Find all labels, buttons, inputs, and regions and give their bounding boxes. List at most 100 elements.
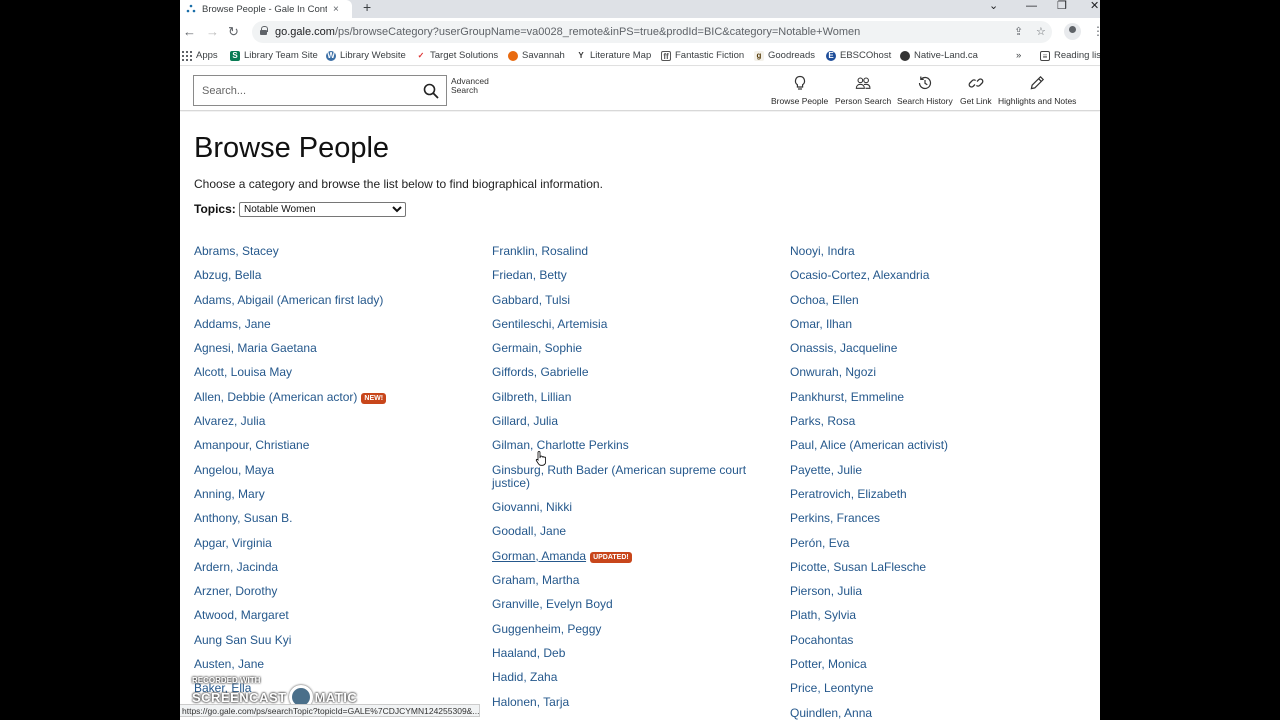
person-name[interactable]: Ochoa, Ellen: [790, 293, 859, 307]
person-name[interactable]: Peratrovich, Elizabeth: [790, 487, 907, 501]
reload-icon[interactable]: ↻: [228, 24, 239, 40]
get-link-tool[interactable]: Get Link: [960, 75, 992, 106]
person-link[interactable]: Apgar, Virginia: [194, 536, 454, 561]
person-name[interactable]: Price, Leontyne: [790, 681, 873, 695]
person-name[interactable]: Gilbreth, Lillian: [492, 390, 571, 404]
person-name[interactable]: Aung San Suu Kyi: [194, 633, 291, 647]
person-name[interactable]: Angelou, Maya: [194, 463, 274, 477]
person-name[interactable]: Alvarez, Julia: [194, 414, 265, 428]
person-name[interactable]: Pierson, Julia: [790, 584, 862, 598]
person-link[interactable]: Potter, Monica: [790, 658, 1050, 682]
person-name[interactable]: Gilman, Charlotte Perkins: [492, 438, 629, 452]
person-link[interactable]: Omar, Ilhan: [790, 317, 1050, 342]
minimize-button[interactable]: —: [1026, 0, 1037, 12]
person-link[interactable]: Aung San Suu Kyi: [194, 633, 454, 658]
person-link[interactable]: Agnesi, Maria Gaetana: [194, 342, 454, 366]
person-name[interactable]: Apgar, Virginia: [194, 536, 272, 550]
person-link[interactable]: Onassis, Jacqueline: [790, 342, 1050, 366]
person-name[interactable]: Ardern, Jacinda: [194, 560, 278, 574]
person-link[interactable]: Pierson, Julia: [790, 585, 1050, 609]
person-link[interactable]: Franklin, Rosalind: [492, 245, 752, 269]
tab-search-icon[interactable]: ⌄: [989, 0, 998, 12]
person-link[interactable]: Onwurah, Ngozi: [790, 366, 1050, 390]
person-link[interactable]: Nooyi, Indra: [790, 245, 1050, 269]
browse-people-tool[interactable]: Browse People: [771, 75, 828, 106]
url-text[interactable]: go.gale.com/ps/browseCategory?userGroupN…: [275, 26, 995, 38]
person-name[interactable]: Abrams, Stacey: [194, 244, 279, 258]
person-name[interactable]: Franklin, Rosalind: [492, 244, 588, 258]
person-name[interactable]: Quindlen, Anna: [790, 706, 872, 720]
person-link[interactable]: Hadid, Zaha: [492, 671, 752, 695]
person-link[interactable]: Goodall, Jane: [492, 525, 752, 549]
person-name[interactable]: Giffords, Gabrielle: [492, 365, 589, 379]
person-link[interactable]: Peratrovich, Elizabeth: [790, 487, 1050, 512]
advanced-search-link[interactable]: Advanced Search: [451, 77, 496, 95]
person-link[interactable]: Anthony, Susan B.: [194, 512, 454, 536]
person-name[interactable]: Plath, Sylvia: [790, 608, 856, 622]
bookmark-ebscohost[interactable]: E EBSCOhost: [826, 50, 891, 61]
person-name[interactable]: Payette, Julie: [790, 463, 862, 477]
person-name[interactable]: Gentileschi, Artemisia: [492, 317, 607, 331]
person-name[interactable]: Gillard, Julia: [492, 414, 558, 428]
person-name[interactable]: Haaland, Deb: [492, 646, 565, 660]
new-tab-button[interactable]: +: [363, 0, 371, 15]
person-link[interactable]: Adams, Abigail (American first lady): [194, 293, 454, 318]
person-name[interactable]: Goodall, Jane: [492, 524, 566, 538]
person-name[interactable]: Abzug, Bella: [194, 268, 261, 282]
person-link[interactable]: Pankhurst, Emmeline: [790, 390, 1050, 415]
person-name[interactable]: Germain, Sophie: [492, 341, 582, 355]
person-link[interactable]: Ardern, Jacinda: [194, 560, 454, 585]
reading-list-button[interactable]: ≡ Reading list: [1040, 50, 1100, 61]
person-name[interactable]: Parks, Rosa: [790, 414, 855, 428]
tab-close-icon[interactable]: ×: [333, 4, 339, 15]
person-link[interactable]: Gorman, Amanda UPDATED!: [492, 549, 752, 574]
person-link[interactable]: Gabbard, Tulsi: [492, 293, 752, 318]
person-name[interactable]: Granville, Evelyn Boyd: [492, 597, 613, 611]
star-icon[interactable]: ☆: [1036, 25, 1046, 38]
bookmark-goodreads[interactable]: g Goodreads: [754, 50, 815, 61]
bookmark-literature-map[interactable]: Y Literature Map: [576, 50, 651, 61]
person-name[interactable]: Perkins, Frances: [790, 511, 880, 525]
menu-dots-icon[interactable]: ⋮: [1092, 24, 1100, 38]
person-name[interactable]: Halonen, Tarja: [492, 695, 569, 709]
person-name[interactable]: Guggenheim, Peggy: [492, 622, 601, 636]
person-name[interactable]: Friedan, Betty: [492, 268, 567, 282]
restore-button[interactable]: ❐: [1057, 0, 1067, 12]
person-name[interactable]: Onassis, Jacqueline: [790, 341, 897, 355]
person-link[interactable]: Amanpour, Christiane: [194, 439, 454, 463]
bookmark-native-land[interactable]: Native-Land.ca: [900, 50, 978, 61]
person-link[interactable]: Halonen, Tarja: [492, 695, 752, 720]
person-search-tool[interactable]: Person Search: [835, 75, 891, 106]
bookmark-fantastic-fiction[interactable]: ff Fantastic Fiction: [661, 50, 744, 61]
search-history-tool[interactable]: Search History: [897, 75, 953, 106]
person-name[interactable]: Ginsburg, Ruth Bader (American supreme c…: [492, 463, 746, 490]
person-link[interactable]: Perón, Eva: [790, 536, 1050, 561]
person-name[interactable]: Alcott, Louisa May: [194, 365, 292, 379]
person-name[interactable]: Graham, Martha: [492, 573, 579, 587]
person-name[interactable]: Pocahontas: [790, 633, 853, 647]
person-name[interactable]: Perón, Eva: [790, 536, 849, 550]
person-link[interactable]: Payette, Julie: [790, 463, 1050, 488]
person-link[interactable]: Addams, Jane: [194, 317, 454, 342]
bookmark-library-website[interactable]: W Library Website: [326, 50, 406, 61]
person-link[interactable]: Gillard, Julia: [492, 415, 752, 439]
person-link[interactable]: Giffords, Gabrielle: [492, 366, 752, 390]
person-link[interactable]: Friedan, Betty: [492, 269, 752, 293]
person-name[interactable]: Austen, Jane: [194, 657, 264, 671]
browser-tab[interactable]: Browse People - Gale In Context ×: [180, 0, 352, 18]
person-name[interactable]: Gorman, Amanda: [492, 549, 586, 563]
person-link[interactable]: Quindlen, Anna: [790, 706, 1050, 720]
highlights-notes-tool[interactable]: Highlights and Notes: [998, 75, 1076, 106]
person-link[interactable]: Price, Leontyne: [790, 682, 1050, 706]
topics-select[interactable]: Notable Women: [239, 202, 406, 217]
person-link[interactable]: Plath, Sylvia: [790, 609, 1050, 633]
person-name[interactable]: Anning, Mary: [194, 487, 265, 501]
back-arrow-icon[interactable]: ←: [183, 24, 196, 39]
close-window-button[interactable]: ✕: [1090, 0, 1099, 12]
person-name[interactable]: Gabbard, Tulsi: [492, 293, 570, 307]
person-link[interactable]: Graham, Martha: [492, 574, 752, 598]
person-link[interactable]: Picotte, Susan LaFlesche: [790, 560, 1050, 585]
person-name[interactable]: Addams, Jane: [194, 317, 271, 331]
person-link[interactable]: Arzner, Dorothy: [194, 585, 454, 609]
person-link[interactable]: Gentileschi, Artemisia: [492, 317, 752, 342]
